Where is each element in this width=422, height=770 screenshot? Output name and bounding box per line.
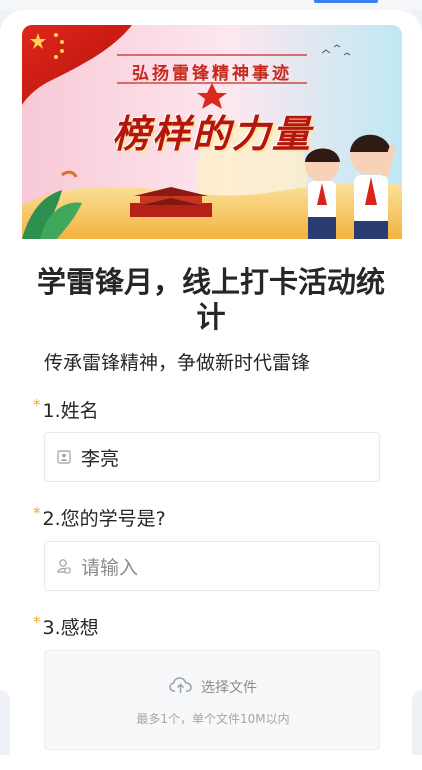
left-edge [0, 690, 10, 755]
form-card: 弘扬雷锋精神事迹 榜样的力量 学雷锋月，线上打卡活动统计 传承雷锋精神，争做新时… [0, 10, 422, 770]
required-mark: * [33, 504, 41, 522]
student-id-field[interactable]: 请输入 [44, 541, 380, 591]
required-mark: * [33, 396, 41, 414]
question-3-label: * 3.感想 [33, 613, 393, 640]
id-card-icon [57, 449, 71, 465]
file-upload-area[interactable]: 选择文件 最多1个，单个文件10M以内 [44, 650, 380, 750]
right-edge [412, 690, 422, 755]
banner-subtitle: 弘扬雷锋精神事迹 [132, 64, 292, 84]
student-id-placeholder: 请输入 [81, 556, 139, 579]
banner-title: 榜样的力量 [111, 111, 312, 156]
user-badge-icon [57, 558, 71, 574]
choose-file-button[interactable]: 选择文件 [45, 676, 381, 698]
cloud-upload-icon [169, 676, 193, 698]
banner-image: 弘扬雷锋精神事迹 榜样的力量 [22, 25, 402, 239]
form-description: 传承雷锋精神，争做新时代雷锋 [44, 352, 311, 374]
question-label-text: 3.感想 [42, 617, 99, 639]
question-label-text: 1.姓名 [42, 400, 99, 422]
question-label-text: 2.您的学号是? [42, 508, 166, 530]
name-value: 李亮 [81, 447, 120, 470]
upload-hint: 最多1个，单个文件10M以内 [136, 712, 290, 726]
question-2-label: * 2.您的学号是? [33, 504, 393, 531]
required-mark: * [33, 613, 41, 631]
form-title: 学雷锋月，线上打卡活动统计 [36, 265, 385, 334]
choose-file-label: 选择文件 [201, 680, 257, 696]
submit-tab-indicator [314, 0, 378, 3]
top-strip [0, 0, 422, 10]
question-1-label: * 1.姓名 [33, 396, 393, 423]
name-field[interactable]: 李亮 [44, 432, 380, 482]
